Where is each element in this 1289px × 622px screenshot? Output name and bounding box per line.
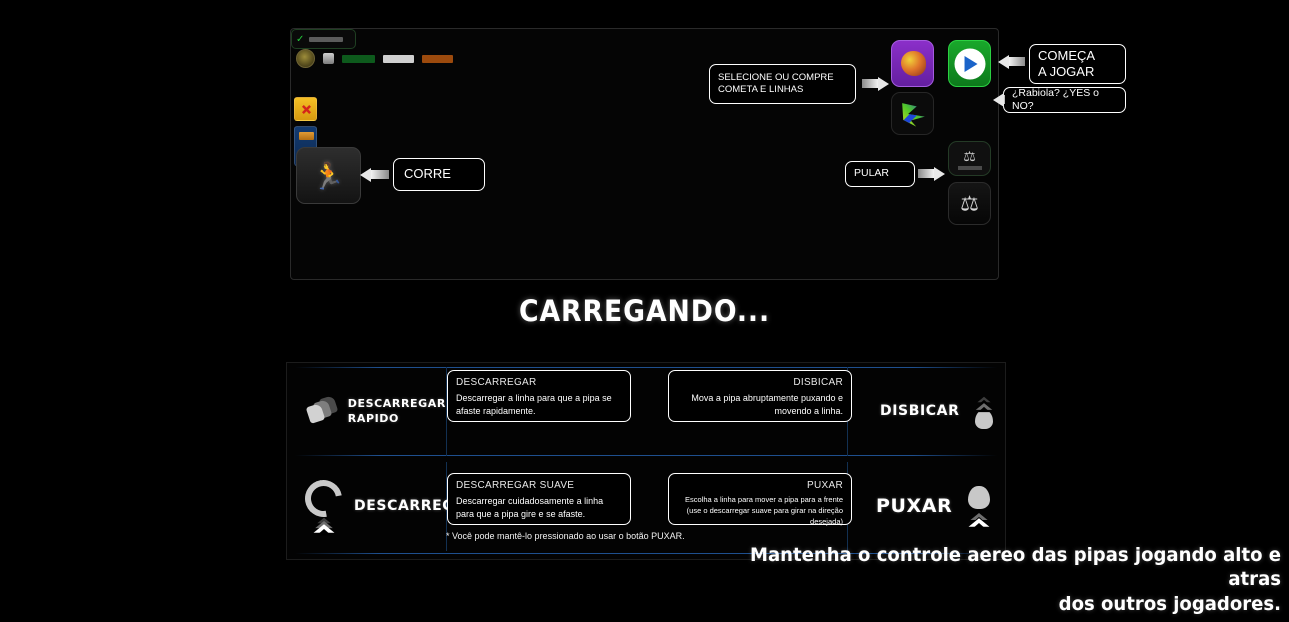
tooltip-descarregar-suave-body: Descarregar cuidadosamente a linha para … (456, 496, 604, 520)
hud-stat-green (342, 54, 375, 63)
pull-up-icon (968, 486, 991, 530)
arrow-to-shop (862, 76, 889, 91)
store-button[interactable]: ⚖ (948, 141, 991, 176)
callout-rabiola: ¿Rabiola? ¿YES o NO? (1003, 87, 1126, 113)
arrow-to-run-button (360, 167, 390, 182)
callout-select-buy-line1: SELECIONE OU COMPRE (718, 72, 834, 84)
caption-line1: Mantenha o controle aereo das pipas joga… (750, 544, 1281, 591)
callout-start-line1: COMEÇA (1038, 47, 1096, 63)
hud-status-bar (296, 49, 453, 68)
run-icon: 🏃 (312, 160, 345, 191)
bottom-caption: Mantenha o controle aereo das pipas joga… (740, 543, 1281, 616)
game-screen-preview: 🏃 ✓ ⚖ ⚖ (290, 28, 999, 280)
swipe-fast-icon (305, 394, 339, 427)
callout-select-buy-line2: COMETA E LINHAS (718, 84, 804, 95)
tooltip-disbicar-body: Mova a pipa abruptamente puxando e moven… (691, 393, 843, 417)
flick-up-icon (973, 395, 995, 429)
callout-select-buy: SELECIONE OU COMPRE COMETA E LINHAS (709, 64, 856, 104)
control-row-descarregar-rapido: DESCARREGAR RAPIDO DISBICAR (287, 367, 1005, 456)
hud-stat-gray (383, 54, 414, 63)
caption-line2: dos outros jogadores. (1058, 592, 1281, 615)
control-cell-disbicar[interactable]: DISBICAR (847, 367, 1000, 456)
tooltip-disbicar: DISBICAR Mova a pipa abruptamente puxand… (668, 370, 852, 422)
store-label (957, 166, 982, 170)
kite-select-icon (902, 103, 925, 127)
verified-badge[interactable]: ✓ (291, 29, 356, 49)
tooltip-descarregar-suave: DESCARREGAR SUAVE Descarregar cuidadosam… (447, 473, 631, 525)
tooltip-puxar: PUXAR Escolha a linha para mover a pipa … (668, 473, 852, 526)
kite-shop-icon (901, 51, 926, 76)
callout-start-line2: A JOGAR (1038, 64, 1095, 79)
callout-start-playing: COMEÇA A JOGAR (1029, 44, 1126, 84)
store-icon: ⚖ (963, 148, 976, 164)
controls-footnote: * Você pode mantê-lo pressionado ao usar… (446, 531, 685, 541)
tooltip-descarregar-suave-title: DESCARREGAR SUAVE (456, 480, 575, 491)
control-label-line1: DESCARREGAR (347, 397, 446, 411)
run-button[interactable]: 🏃 (296, 147, 361, 204)
tooltip-puxar-title: PUXAR (807, 480, 843, 491)
release-loop-icon (297, 472, 350, 536)
player-avatar-icon[interactable] (296, 49, 315, 68)
kite-shop-button[interactable] (891, 40, 934, 87)
hud-stat-orange (422, 54, 453, 63)
tooltip-descarregar-title: DESCARREGAR (456, 377, 537, 388)
callout-run: CORRE (393, 158, 485, 191)
jump-button[interactable]: ⚖ (948, 182, 991, 225)
control-cell-descarregar-rapido[interactable]: DESCARREGAR RAPIDO (293, 367, 447, 456)
hud-card-yellow[interactable] (294, 97, 317, 121)
arrow-to-jump-button (918, 166, 945, 181)
check-icon: ✓ (296, 33, 305, 45)
callout-run-text: CORRE (404, 166, 451, 182)
tooltip-descarregar-body: Descarregar a linha para que a pipa se a… (456, 393, 612, 417)
play-button[interactable] (948, 40, 991, 87)
callout-jump: PULAR (845, 161, 915, 187)
verified-label (309, 36, 343, 42)
tooltip-descarregar: DESCARREGAR Descarregar a linha para que… (447, 370, 631, 422)
arrow-to-play (998, 54, 1026, 69)
tooltip-puxar-body: Escolha a linha para mover a pipa para a… (684, 495, 843, 526)
callout-jump-text: PULAR (854, 167, 890, 180)
play-triangle-icon (964, 55, 978, 72)
arrow-to-rabiola (993, 92, 1005, 107)
card-swatch-orange (299, 132, 314, 140)
callout-rabiola-text: ¿Rabiola? ¿YES o NO? (1012, 86, 1099, 112)
tooltip-disbicar-title: DISBICAR (793, 377, 843, 388)
control-label-puxar: PUXAR (876, 495, 953, 518)
control-cell-descarregar[interactable]: DESCARREGAR (293, 462, 477, 551)
kite-select-button[interactable] (891, 92, 934, 135)
jump-icon: ⚖ (960, 192, 979, 215)
control-label-disbicar: DISBICAR (880, 403, 960, 420)
control-label-line2: RAPIDO (347, 411, 399, 425)
coin-icon (323, 53, 334, 64)
loading-title: CARREGANDO... (518, 294, 771, 328)
control-cell-puxar[interactable]: PUXAR (847, 462, 1000, 551)
